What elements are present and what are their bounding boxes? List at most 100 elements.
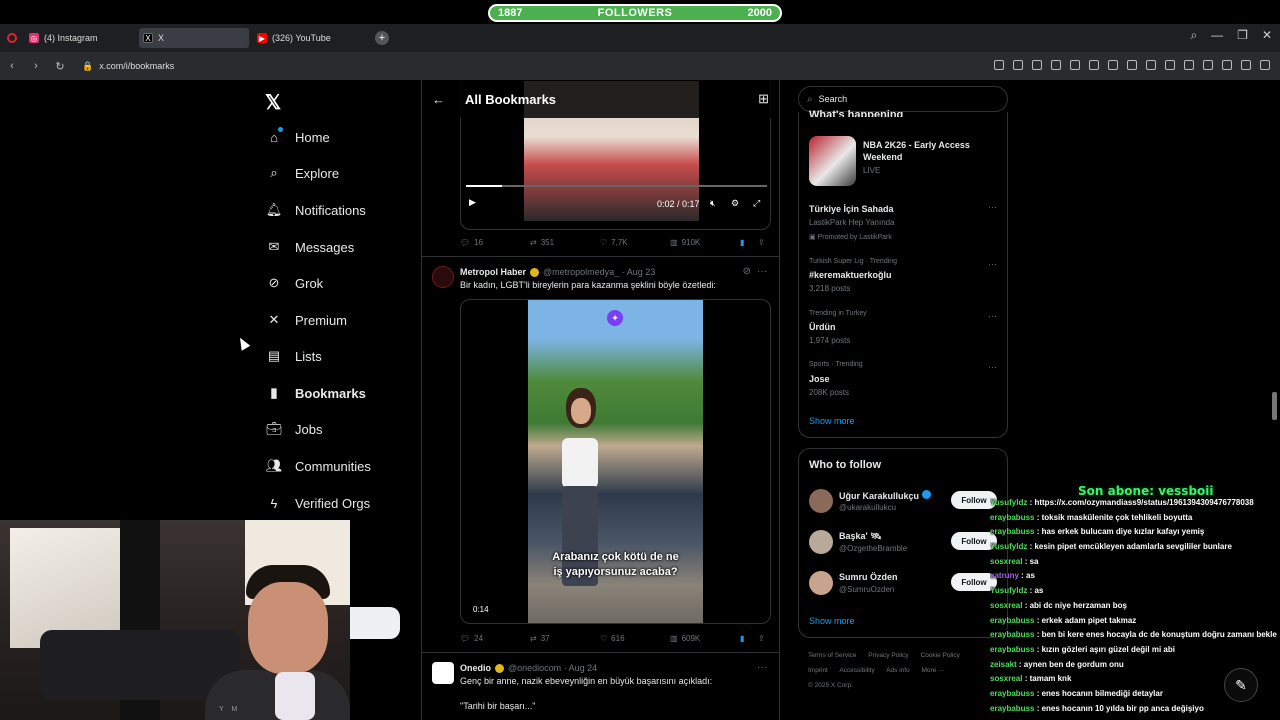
more-icon[interactable]: ···	[988, 362, 997, 372]
share-icon[interactable]: ⇪	[758, 238, 772, 247]
extension-icon[interactable]	[1165, 60, 1175, 70]
more-icon[interactable]: ···	[988, 202, 997, 212]
views-button[interactable]: ▥ 910K	[670, 238, 740, 247]
footer-link[interactable]: Accessibility	[839, 667, 874, 674]
trend-title[interactable]: #keremaktuerkoğlu	[809, 270, 892, 280]
sidebar-item-lists[interactable]: ▤ Lists	[266, 346, 322, 366]
author-handle[interactable]: @metropolmedya_ · Aug 23	[543, 267, 655, 277]
author-name[interactable]: Metropol Haber	[460, 267, 526, 277]
extension-icon[interactable]	[1146, 60, 1156, 70]
tweet-video[interactable]: ✦ Arabanız çok kötü de ne iş yapıyorsunu…	[460, 299, 771, 624]
sidebar-item-home[interactable]: ⌂ Home	[266, 127, 330, 147]
extension-icon[interactable]	[1070, 60, 1080, 70]
add-bookmark-folder-icon[interactable]: ⊞	[758, 91, 769, 107]
play-icon[interactable]: ▶	[469, 197, 476, 208]
sidebar-item-grok[interactable]: ⊘ Grok	[266, 273, 324, 293]
sidebar-item-explore[interactable]: ⌕ Explore	[266, 163, 339, 183]
more-icon[interactable]: ···	[988, 311, 997, 321]
extension-icon[interactable]	[1032, 60, 1042, 70]
bookmark-icon[interactable]: ▮	[740, 634, 758, 643]
user-name[interactable]: Başka' 🛰	[839, 531, 882, 542]
footer-link[interactable]: More ···	[922, 667, 945, 674]
repost-button[interactable]: ⇄ 351	[530, 238, 600, 247]
footer-link[interactable]: Terms of Service	[808, 652, 856, 659]
compose-post-button[interactable]: ✎	[1224, 668, 1258, 702]
author-handle[interactable]: @onediocom · Aug 24	[508, 663, 597, 673]
like-button[interactable]: ♡ 616	[600, 634, 670, 643]
repost-button[interactable]: ⇄ 37	[530, 634, 600, 643]
footer-link[interactable]: Ads info	[886, 667, 910, 674]
footer-link[interactable]: Imprint	[808, 667, 828, 674]
author-name[interactable]: Onedio	[460, 663, 491, 673]
sidebar-item-bookmarks[interactable]: ▮ Bookmarks	[266, 383, 365, 403]
more-icon[interactable]: ···	[988, 259, 997, 269]
sidebar-item-premium[interactable]: ✕ Premium	[266, 310, 347, 330]
user-name[interactable]: Sumru Özden	[839, 572, 898, 582]
extension-icon[interactable]	[1203, 60, 1213, 70]
extension-icon[interactable]	[1013, 60, 1023, 70]
sidebar-item-verified-orgs[interactable]: ϟ Verified Orgs	[266, 493, 371, 513]
x-icon: ✕	[268, 312, 280, 327]
video-progress-bar[interactable]	[466, 185, 767, 187]
tab-x[interactable]: X X	[139, 28, 249, 48]
sidebar-item-messages[interactable]: ✉ Messages	[266, 237, 355, 257]
grok-explain-icon[interactable]: ⊘	[743, 266, 751, 277]
tab-youtube[interactable]: ▶ (326) YouTube	[253, 28, 363, 48]
fullscreen-icon[interactable]: ⤢	[753, 198, 760, 209]
sidebar-item-jobs[interactable]: 💼︎ Jobs	[266, 419, 323, 439]
trend-title[interactable]: Jose	[809, 374, 830, 384]
maximize-icon[interactable]: ❐	[1237, 28, 1248, 43]
extension-icon[interactable]	[1184, 60, 1194, 70]
extension-icon[interactable]	[1222, 60, 1232, 70]
mute-icon[interactable]: 🔇︎	[710, 198, 716, 209]
extension-icon[interactable]	[1127, 60, 1137, 70]
sparkle-icon[interactable]: ✦	[607, 310, 623, 326]
trend-title[interactable]: NBA 2K26 - Early Access Weekend	[863, 139, 993, 163]
back-icon[interactable]: ‹	[0, 60, 24, 72]
footer-link[interactable]: Cookie Policy	[921, 652, 960, 659]
x-logo-icon[interactable]: 𝕏	[265, 90, 281, 115]
trend-image[interactable]	[809, 136, 856, 186]
footer-link[interactable]: Privacy Policy	[868, 652, 908, 659]
avatar[interactable]	[809, 571, 833, 595]
sidebar-item-notifications[interactable]: 🔔︎ Notifications	[266, 200, 366, 220]
reload-icon[interactable]: ↻	[48, 60, 72, 73]
extension-icon[interactable]	[1051, 60, 1061, 70]
trend-title[interactable]: Ürdün	[809, 322, 836, 332]
share-icon[interactable]: ⇪	[758, 634, 772, 643]
avatar[interactable]	[809, 489, 833, 513]
extension-icon[interactable]	[1260, 60, 1270, 70]
promoted-text: Promoted by LastikPark	[817, 234, 892, 241]
scrollbar-thumb[interactable]	[1272, 392, 1277, 420]
opera-logo-icon[interactable]	[7, 33, 17, 43]
settings-icon[interactable]: ⚙	[731, 198, 739, 209]
show-more-link[interactable]: Show more	[809, 616, 855, 626]
user-name[interactable]: Uğur Karakullukçu	[839, 490, 931, 501]
extension-icon[interactable]	[1241, 60, 1251, 70]
back-arrow-icon[interactable]: ←	[432, 92, 445, 107]
views-button[interactable]: ▥ 609K	[670, 634, 740, 643]
more-icon[interactable]: ···	[757, 266, 767, 277]
reply-button[interactable]: 💬︎ 24	[460, 634, 530, 643]
extension-icon[interactable]	[1089, 60, 1099, 70]
avatar[interactable]	[432, 662, 454, 684]
bookmark-icon[interactable]: ▮	[740, 238, 758, 247]
like-button[interactable]: ♡ 7,7K	[600, 238, 670, 247]
tab-instagram[interactable]: ◎ (4) Instagram	[25, 28, 135, 48]
forward-icon[interactable]: ›	[24, 60, 48, 72]
trend-title[interactable]: Türkiye İçin Sahada	[809, 204, 894, 214]
sidebar-item-communities[interactable]: 👥︎ Communities	[266, 456, 371, 476]
reply-button[interactable]: 💬︎ 16	[460, 238, 530, 247]
extension-icon[interactable]	[994, 60, 1004, 70]
search-tabs-icon[interactable]: ⌕	[1190, 28, 1197, 43]
extension-icon[interactable]	[1108, 60, 1118, 70]
more-icon[interactable]: ···	[757, 662, 767, 673]
list-icon: ▤	[267, 348, 281, 363]
minimize-icon[interactable]: —	[1211, 28, 1223, 43]
url-field[interactable]: 🔒 x.com/i/bookmarks	[82, 61, 174, 72]
new-tab-button[interactable]: +	[375, 31, 389, 45]
close-icon[interactable]: ✕	[1262, 28, 1272, 43]
avatar[interactable]	[809, 530, 833, 554]
show-more-link[interactable]: Show more	[809, 416, 855, 426]
avatar[interactable]	[432, 266, 454, 288]
